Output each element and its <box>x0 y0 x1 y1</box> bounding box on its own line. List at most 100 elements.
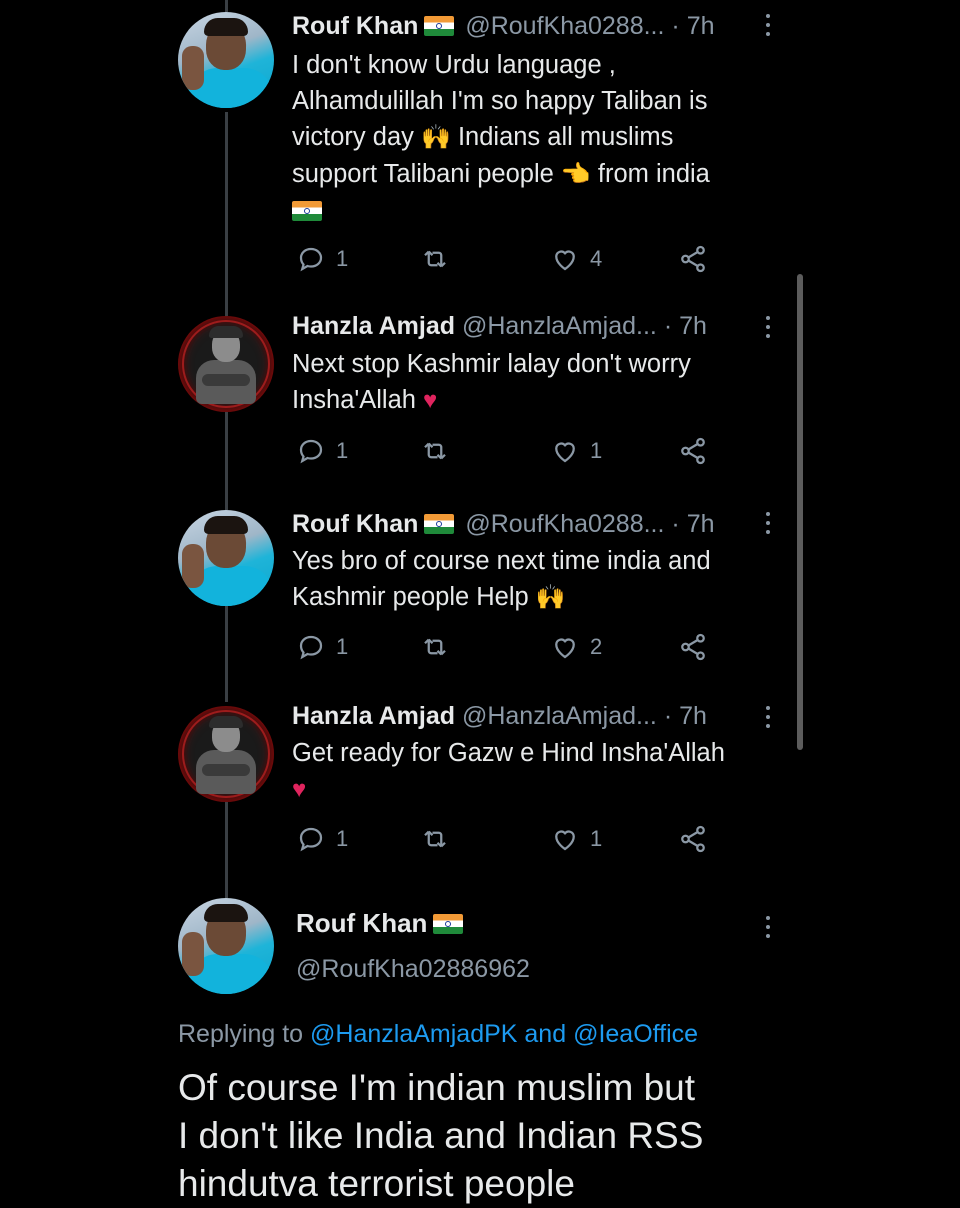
text-line: Yes bro of course next time india and <box>292 547 711 575</box>
avatar[interactable] <box>178 898 274 994</box>
text-fragment: Indians all muslims <box>457 123 674 151</box>
author-handle[interactable]: @HanzlaAmjad... <box>462 702 657 730</box>
separator-dot: · <box>671 510 680 538</box>
tweet-header: Hanzla Amjad @HanzlaAmjad... · 7h <box>292 312 707 341</box>
reply-icon <box>299 439 323 464</box>
author-handle[interactable]: @RoufKha02886962 <box>296 955 530 984</box>
text-fragment: Insha'Allah <box>292 386 416 414</box>
mention-link[interactable]: @HanzlaAmjadPK <box>310 1020 517 1048</box>
tweet-actions: 1 1 <box>0 436 960 470</box>
more-vertical-icon[interactable] <box>762 314 774 342</box>
like-count: 4 <box>590 246 603 271</box>
share-icon <box>681 633 705 661</box>
text-line: Alhamdulillah I'm so happy Taliban is <box>292 87 708 115</box>
retweet-icon <box>424 830 446 848</box>
reply-count: 1 <box>336 438 349 463</box>
heart-outline-icon <box>555 250 575 271</box>
text-line: Insha'Allah ♥ <box>292 382 772 419</box>
reply-count: 1 <box>336 634 349 659</box>
avatar[interactable] <box>178 316 274 412</box>
retweet-button[interactable] <box>420 824 450 854</box>
heart-outline-icon <box>555 830 575 851</box>
reply-button[interactable]: 1 <box>296 436 348 466</box>
author-name[interactable]: Rouf Khan <box>292 12 418 40</box>
like-button[interactable]: 2 <box>550 632 602 662</box>
reply-icon <box>299 635 323 660</box>
heart-outline-icon <box>555 638 575 659</box>
tweet-text: Get ready for Gazw e Hind Insha'Allah ♥ <box>292 735 772 808</box>
like-button[interactable]: 1 <box>550 436 602 466</box>
reply-count: 1 <box>336 246 349 271</box>
india-flag-emoji <box>292 201 322 221</box>
author-name[interactable]: Hanzla Amjad <box>292 312 455 340</box>
replying-to: Replying to @HanzlaAmjadPK and @IeaOffic… <box>178 1020 698 1049</box>
retweet-button[interactable] <box>420 244 450 274</box>
mention-and[interactable]: and <box>524 1020 566 1048</box>
text-line: Get ready for Gazw e Hind Insha'Allah <box>292 739 725 767</box>
reply-button[interactable]: 1 <box>296 824 348 854</box>
tweet-text: Yes bro of course next time india and Ka… <box>292 543 772 616</box>
avatar[interactable] <box>178 510 274 606</box>
thread-line <box>225 0 228 12</box>
red-heart-emoji: ♥ <box>423 387 438 414</box>
text-line: hindutva terrorist people <box>178 1163 575 1204</box>
tweet-header: Rouf Khan @RoufKha0288... · 7h <box>292 12 715 41</box>
avatar[interactable] <box>178 12 274 108</box>
retweet-button[interactable] <box>420 436 450 466</box>
retweet-button[interactable] <box>420 632 450 662</box>
author-handle[interactable]: @RoufKha0288... <box>465 12 664 40</box>
reply-icon <box>299 247 323 272</box>
share-button[interactable] <box>678 244 708 274</box>
red-heart-emoji: ♥ <box>292 776 307 803</box>
raised-hands-emoji: 🙌 <box>420 124 451 151</box>
retweet-icon <box>424 638 446 656</box>
text-line: Of course I'm indian muslim but <box>178 1067 696 1108</box>
separator-dot: · <box>671 12 680 40</box>
like-button[interactable]: 4 <box>550 244 602 274</box>
more-vertical-icon[interactable] <box>762 704 774 732</box>
timestamp[interactable]: 7h <box>679 312 707 340</box>
scrollbar[interactable] <box>797 274 803 750</box>
like-count: 2 <box>590 634 603 659</box>
author-name[interactable]: Hanzla Amjad <box>292 702 455 730</box>
timestamp[interactable]: 7h <box>679 702 707 730</box>
share-icon <box>681 825 705 853</box>
author-handle[interactable]: @HanzlaAmjad... <box>462 312 657 340</box>
timestamp[interactable]: 7h <box>687 510 715 538</box>
separator-dot: · <box>663 702 673 730</box>
text-fragment: from india <box>597 160 710 188</box>
text-line: Kashmir people Help 🙌 <box>292 579 772 616</box>
tweet-header: Hanzla Amjad @HanzlaAmjad... · 7h <box>292 702 707 731</box>
text-line: Next stop Kashmir lalay don't worry <box>292 350 691 378</box>
share-button[interactable] <box>678 436 708 466</box>
reply-button[interactable]: 1 <box>296 244 348 274</box>
timestamp[interactable]: 7h <box>687 12 715 40</box>
author-handle[interactable]: @RoufKha0288... <box>465 510 664 538</box>
reply-button[interactable]: 1 <box>296 632 348 662</box>
more-vertical-icon[interactable] <box>762 510 774 538</box>
tweet-text: I don't know Urdu language , Alhamdulill… <box>292 47 772 229</box>
like-button[interactable]: 1 <box>550 824 602 854</box>
mention-link[interactable]: @IeaOffice <box>573 1020 698 1048</box>
tweet-actions: 1 4 <box>0 244 960 278</box>
more-vertical-icon[interactable] <box>762 12 774 40</box>
avatar[interactable] <box>178 706 274 802</box>
share-icon <box>681 245 705 273</box>
share-button[interactable] <box>678 824 708 854</box>
tweet-header: Rouf Khan @RoufKha0288... · 7h <box>292 510 715 539</box>
text-fragment: support Talibani people <box>292 160 554 188</box>
more-vertical-icon[interactable] <box>762 914 774 942</box>
author-name[interactable]: Rouf Khan <box>292 510 418 538</box>
text-line: I don't like India and Indian RSS <box>178 1115 704 1156</box>
text-line: support Talibani people 👈 from india <box>292 156 772 193</box>
india-flag-emoji <box>424 514 455 534</box>
text-line: victory day 🙌 Indians all muslims <box>292 119 772 156</box>
tweet-actions: 1 2 <box>0 632 960 666</box>
india-flag-emoji <box>433 914 464 934</box>
share-button[interactable] <box>678 632 708 662</box>
author-name[interactable]: Rouf Khan <box>296 908 467 939</box>
tweet-actions: 1 1 <box>0 824 960 858</box>
tweet-text: Next stop Kashmir lalay don't worry Insh… <box>292 346 772 419</box>
main-tweet-text: Of course I'm indian muslim but I don't … <box>178 1064 778 1208</box>
retweet-icon <box>424 442 446 460</box>
